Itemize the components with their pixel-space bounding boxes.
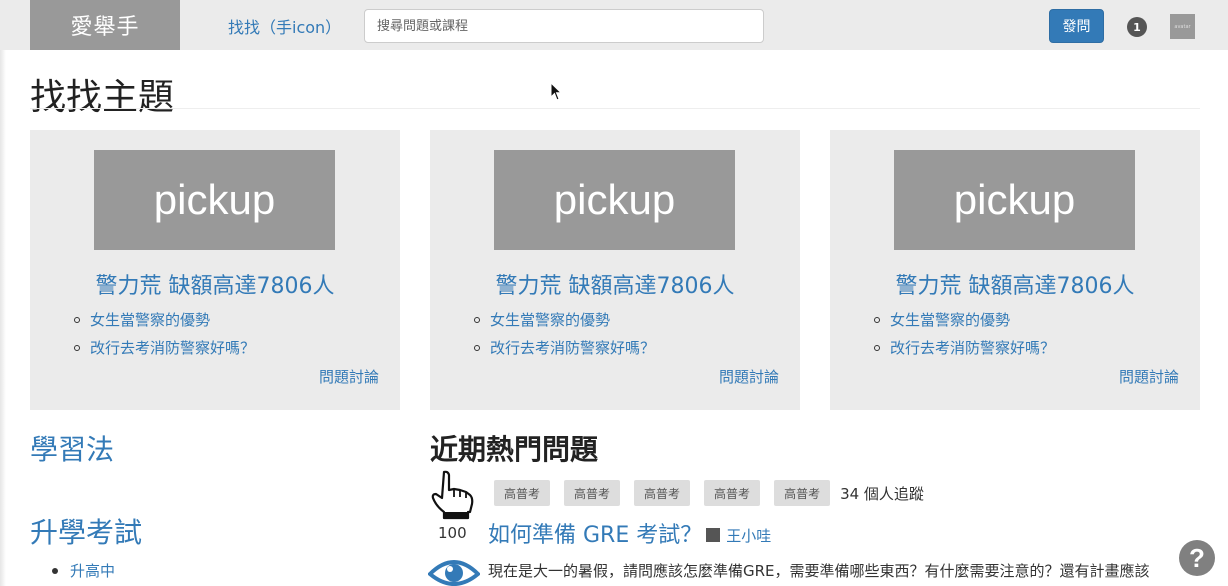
topic-card-title[interactable]: 警力荒 缺額高達7806人 bbox=[830, 268, 1200, 300]
circle-bullet-icon bbox=[74, 345, 80, 351]
study-method-heading[interactable]: 學習法 bbox=[30, 428, 114, 468]
list-item[interactable]: 改行去考消防警察好嗎？ bbox=[874, 338, 1055, 366]
question-excerpt: 現在是大一的暑假，請問應該怎麼準備GRE，需要準備哪些東西？有什麼需要注意的？還… bbox=[488, 562, 1150, 580]
topic-card-item-label[interactable]: 改行去考消防警察好嗎？ bbox=[90, 338, 255, 358]
user-icon bbox=[706, 528, 721, 542]
hand-pointer-icon[interactable] bbox=[430, 470, 476, 520]
circle-bullet-icon bbox=[474, 345, 480, 351]
like-count: 100 bbox=[438, 524, 467, 542]
exam-list: 升高中 bbox=[52, 560, 115, 581]
entrance-exam-heading[interactable]: 升學考試 bbox=[30, 511, 142, 551]
ask-question-button[interactable]: 發問 bbox=[1049, 9, 1104, 43]
list-item[interactable]: 改行去考消防警察好嗎？ bbox=[474, 338, 655, 366]
topic-card-image[interactable]: pickup bbox=[894, 150, 1135, 250]
avatar[interactable]: avatar bbox=[1170, 14, 1195, 39]
tag-badge[interactable]: 高普考 bbox=[564, 480, 621, 506]
tag-badge[interactable]: 高普考 bbox=[704, 480, 761, 506]
circle-bullet-icon bbox=[874, 345, 880, 351]
question-title[interactable]: 如何準備 GRE 考試？ bbox=[488, 517, 702, 549]
eye-icon[interactable] bbox=[428, 554, 480, 586]
tag-badge[interactable]: 高普考 bbox=[774, 480, 831, 506]
topic-card: pickup 警力荒 缺額高達7806人 女生當警察的優勢 改行去考消防警察好嗎… bbox=[430, 130, 800, 410]
question-title-row: 如何準備 GRE 考試？ 王小哇 bbox=[488, 517, 771, 549]
title-divider bbox=[30, 108, 1200, 109]
list-item[interactable]: 女生當警察的優勢 bbox=[474, 310, 655, 338]
site-logo[interactable]: 愛舉手 bbox=[30, 0, 180, 50]
mouse-cursor-icon bbox=[550, 82, 563, 101]
topic-card-item-label[interactable]: 女生當警察的優勢 bbox=[490, 310, 610, 330]
circle-bullet-icon bbox=[874, 317, 880, 323]
topic-card-image[interactable]: pickup bbox=[494, 150, 735, 250]
list-item[interactable]: 改行去考消防警察好嗎？ bbox=[74, 338, 255, 366]
topic-card-item-label[interactable]: 女生當警察的優勢 bbox=[890, 310, 1010, 330]
tag-badge[interactable]: 高普考 bbox=[634, 480, 691, 506]
page-title: 找找主題 bbox=[30, 77, 175, 118]
discuss-link[interactable]: 問題討論 bbox=[1119, 366, 1179, 387]
topic-card-title[interactable]: 警力荒 缺額高達7806人 bbox=[30, 268, 400, 300]
topic-card-item-label[interactable]: 女生當警察的優勢 bbox=[90, 310, 210, 330]
left-edge-shadow bbox=[0, 50, 6, 586]
help-button[interactable]: ? bbox=[1179, 540, 1215, 576]
topic-card-image[interactable]: pickup bbox=[94, 150, 335, 250]
circle-bullet-icon bbox=[474, 317, 480, 323]
notification-badge[interactable]: 1 bbox=[1127, 17, 1147, 37]
followers-count: 34 個人追蹤 bbox=[840, 484, 924, 503]
topic-card: pickup 警力荒 缺額高達7806人 女生當警察的優勢 改行去考消防警察好嗎… bbox=[30, 130, 400, 410]
hot-questions-heading: 近期熱門問題 bbox=[430, 433, 599, 466]
exam-item-label[interactable]: 升高中 bbox=[70, 560, 115, 581]
search-input[interactable] bbox=[364, 9, 764, 43]
list-item[interactable]: 女生當警察的優勢 bbox=[74, 310, 255, 338]
circle-bullet-icon bbox=[74, 317, 80, 323]
tag-badge[interactable]: 高普考 bbox=[494, 480, 551, 506]
topic-card-list: 女生當警察的優勢 改行去考消防警察好嗎？ bbox=[474, 310, 655, 366]
topic-card-item-label[interactable]: 改行去考消防警察好嗎？ bbox=[490, 338, 655, 358]
list-item[interactable]: 女生當警察的優勢 bbox=[874, 310, 1055, 338]
tag-row: 高普考 高普考 高普考 高普考 高普考 34 個人追蹤 bbox=[494, 480, 924, 506]
topic-card-title[interactable]: 警力荒 缺額高達7806人 bbox=[430, 268, 800, 300]
topic-card-list: 女生當警察的優勢 改行去考消防警察好嗎？ bbox=[74, 310, 255, 366]
topic-card: pickup 警力荒 缺額高達7806人 女生當警察的優勢 改行去考消防警察好嗎… bbox=[830, 130, 1200, 410]
bullet-icon bbox=[52, 567, 58, 574]
topic-card-item-label[interactable]: 改行去考消防警察好嗎？ bbox=[890, 338, 1055, 358]
list-item[interactable]: 升高中 bbox=[52, 560, 115, 581]
question-author[interactable]: 王小哇 bbox=[726, 525, 771, 546]
top-navbar: 愛舉手 找找（手icon） 發問 1 avatar bbox=[0, 0, 1228, 50]
nav-find-link[interactable]: 找找（手icon） bbox=[228, 14, 341, 38]
discuss-link[interactable]: 問題討論 bbox=[319, 366, 379, 387]
topic-card-list: 女生當警察的優勢 改行去考消防警察好嗎？ bbox=[874, 310, 1055, 366]
discuss-link[interactable]: 問題討論 bbox=[719, 366, 779, 387]
